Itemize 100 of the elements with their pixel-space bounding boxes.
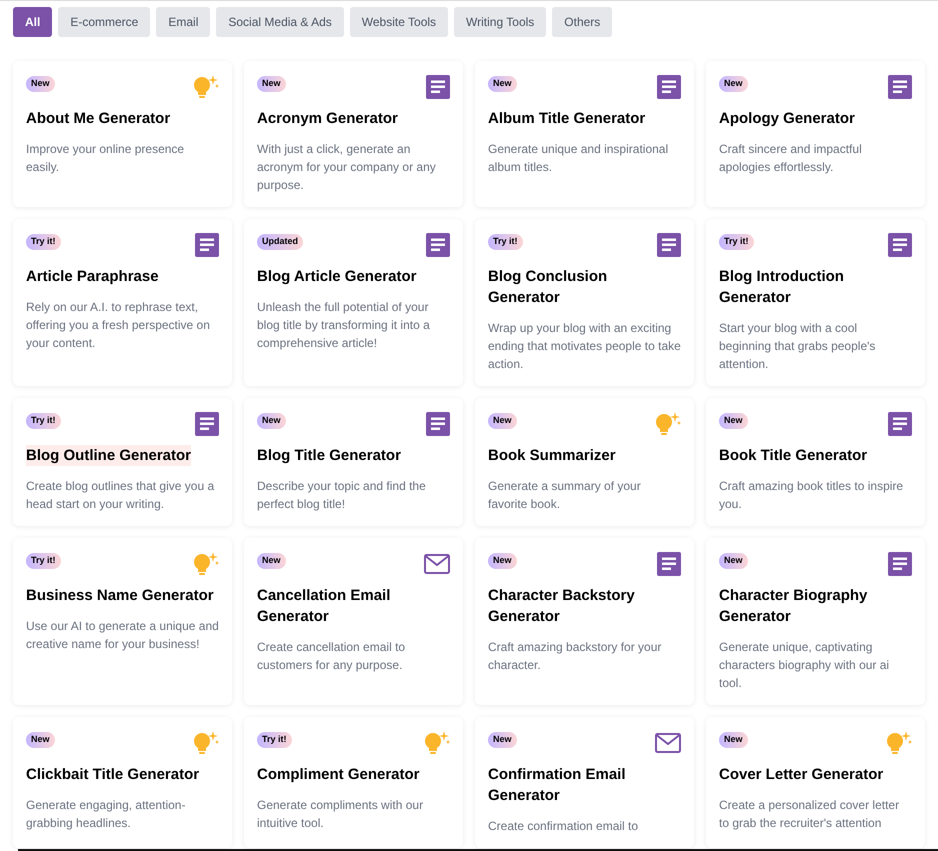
tool-description: Generate unique and inspirational album titles.: [488, 141, 670, 176]
tool-title: Character Backstory Generator: [488, 586, 636, 627]
tool-title: Business Name Generator: [26, 586, 214, 606]
document-icon: [888, 412, 912, 436]
tool-description: Use our AI to generate a unique and creative name for your business!: [26, 618, 219, 653]
tool-title: Blog Conclusion Generator: [488, 267, 608, 308]
tool-description: Generate a summary of your favorite book.: [488, 478, 642, 513]
tool-card[interactable]: New Album Title Generator Generate unique and inspirational album titles.: [475, 61, 694, 207]
filter-tab[interactable]: Email: [156, 7, 210, 37]
tool-title: Clickbait Title Generator: [26, 765, 200, 785]
filter-tab[interactable]: All: [13, 7, 52, 37]
tool-card[interactable]: New Character Backstory Generator Craft amazing backstory for your character.: [475, 538, 694, 705]
tool-description: Create blog outlines that give you a head start on your writing.: [26, 478, 216, 513]
status-badge: New: [488, 413, 517, 429]
status-badge: Try it!: [26, 553, 61, 569]
status-badge: New: [257, 76, 286, 92]
tool-title: Acronym Generator: [257, 109, 398, 129]
document-icon: [426, 75, 450, 99]
document-icon: [195, 233, 219, 257]
tool-description: Start your blog with a cool beginning that grabs people's attention.: [719, 320, 876, 373]
tool-title: Blog Outline Generator: [26, 445, 192, 466]
tool-title: Confirmation Email Generator: [488, 765, 627, 806]
status-badge: New: [26, 732, 55, 748]
document-icon: [888, 552, 912, 576]
document-icon: [426, 233, 450, 257]
tool-card[interactable]: New Confirmation Email Generator Create confirmation email to: [475, 717, 694, 848]
tool-card[interactable]: New Clickbait Title Generator Generate engaging, attention-grabbing headlines.: [13, 717, 232, 848]
tool-title: Cover Letter Generator: [719, 765, 884, 785]
tool-card[interactable]: New Character Biography Generator Generate unique, captivating characters biography with our ai tool.: [706, 538, 925, 705]
tool-title: Article Paraphrase: [26, 267, 159, 287]
tool-title: Apology Generator: [719, 109, 855, 129]
status-badge: New: [26, 76, 55, 92]
filter-tab[interactable]: Others: [552, 7, 612, 37]
tool-description: Generate compliments with our intuitive tool.: [257, 797, 424, 832]
envelope-icon: [655, 733, 681, 753]
status-badge: New: [488, 76, 517, 92]
tool-title: Album Title Generator: [488, 109, 646, 129]
tool-card[interactable]: New Acronym Generator With just a click, generate an acronym for your company or any purpose.: [244, 61, 463, 207]
tool-title: Blog Title Generator: [257, 446, 401, 466]
tool-card[interactable]: New Cover Letter Generator Create a personalized cover letter to grab the recruiter's attention: [706, 717, 925, 848]
status-badge: Try it!: [26, 413, 61, 429]
status-badge: Updated: [257, 234, 303, 250]
tool-description: Wrap up your blog with an exciting ending that motivates people to take action.: [488, 320, 681, 373]
tool-card[interactable]: New Apology Generator Craft sincere and impactful apologies effortlessly.: [706, 61, 925, 207]
lightbulb-icon: [653, 410, 681, 438]
tool-title: Compliment Generator: [257, 765, 420, 785]
tool-card[interactable]: New Book Title Generator Craft amazing book titles to inspire you.: [706, 398, 925, 526]
filter-tab[interactable]: E-commerce: [58, 7, 150, 37]
tool-description: Rely on our A.I. to rephrase text, offering you a fresh perspective on your content.: [26, 299, 211, 352]
status-badge: Try it!: [488, 234, 523, 250]
tool-description: Improve your online presence easily.: [26, 141, 186, 176]
document-icon: [657, 552, 681, 576]
document-icon: [426, 412, 450, 436]
tool-card[interactable]: Try it! Business Name Generator Use our AI to generate a unique and creative name for your business!: [13, 538, 232, 705]
tool-description: Craft amazing backstory for your character.: [488, 639, 662, 674]
tool-description: Create confirmation email to: [488, 818, 640, 835]
document-icon: [888, 233, 912, 257]
status-badge: New: [488, 732, 517, 748]
tool-description: Generate engaging, attention-grabbing headlines.: [26, 797, 186, 832]
document-icon: [888, 75, 912, 99]
envelope-icon: [424, 554, 450, 574]
document-icon: [195, 412, 219, 436]
status-badge: New: [719, 553, 748, 569]
tool-title: About Me Generator: [26, 109, 170, 129]
status-badge: Try it!: [26, 234, 61, 250]
tool-card[interactable]: New Blog Title Generator Describe your topic and find the perfect blog title!: [244, 398, 463, 526]
tool-card[interactable]: Updated Blog Article Generator Unleash the full potential of your blog title by transforming it into a comprehensive article!: [244, 219, 463, 386]
tool-card[interactable]: Try it! Article Paraphrase Rely on our A.I. to rephrase text, offering you a fresh perspective on your content.: [13, 219, 232, 386]
tool-description: Craft sincere and impactful apologies effortlessly.: [719, 141, 863, 176]
tool-title: Blog Article Generator: [257, 267, 416, 287]
tool-title: Blog Introduction Generator: [719, 267, 845, 308]
lightbulb-icon: [884, 729, 912, 757]
filter-tab[interactable]: Writing Tools: [454, 7, 546, 37]
tool-description: Craft amazing book titles to inspire you.: [719, 478, 904, 513]
tool-card[interactable]: Try it! Blog Introduction Generator Start your blog with a cool beginning that grabs people's attention.: [706, 219, 925, 386]
tool-description: Create a personalized cover letter to grab the recruiter's attention: [719, 797, 900, 832]
status-badge: New: [719, 732, 748, 748]
lightbulb-icon: [422, 729, 450, 757]
tool-description: Create cancellation email to customers for any purpose.: [257, 639, 406, 674]
tool-card[interactable]: New Book Summarizer Generate a summary of your favorite book.: [475, 398, 694, 526]
tool-card[interactable]: Try it! Compliment Generator Generate compliments with our intuitive tool.: [244, 717, 463, 848]
tool-title: Cancellation Email Generator: [257, 586, 392, 627]
tool-title: Book Summarizer: [488, 446, 616, 466]
tool-description: Describe your topic and find the perfect blog title!: [257, 478, 427, 513]
tool-card[interactable]: Try it! Blog Outline Generator Create blog outlines that give you a head start on your writing.: [13, 398, 232, 526]
tool-card[interactable]: New About Me Generator Improve your online presence easily.: [13, 61, 232, 207]
status-badge: New: [257, 553, 286, 569]
tool-card[interactable]: Try it! Blog Conclusion Generator Wrap up your blog with an exciting ending that motivates people to take action.: [475, 219, 694, 386]
status-badge: New: [257, 413, 286, 429]
tool-description: Generate unique, captivating characters biography with our ai tool.: [719, 639, 890, 692]
lightbulb-icon: [191, 729, 219, 757]
tool-card[interactable]: New Cancellation Email Generator Create cancellation email to customers for any purpose.: [244, 538, 463, 705]
status-badge: Try it!: [719, 234, 754, 250]
document-icon: [657, 75, 681, 99]
tool-title: Book Title Generator: [719, 446, 868, 466]
lightbulb-icon: [191, 73, 219, 101]
tool-description: With just a click, generate an acronym for your company or any purpose.: [257, 141, 437, 194]
filter-tab[interactable]: Social Media & Ads: [216, 7, 344, 37]
filter-tab[interactable]: Website Tools: [350, 7, 448, 37]
tool-description: Unleash the full potential of your blog title by transforming it into a comprehensive article!: [257, 299, 431, 352]
